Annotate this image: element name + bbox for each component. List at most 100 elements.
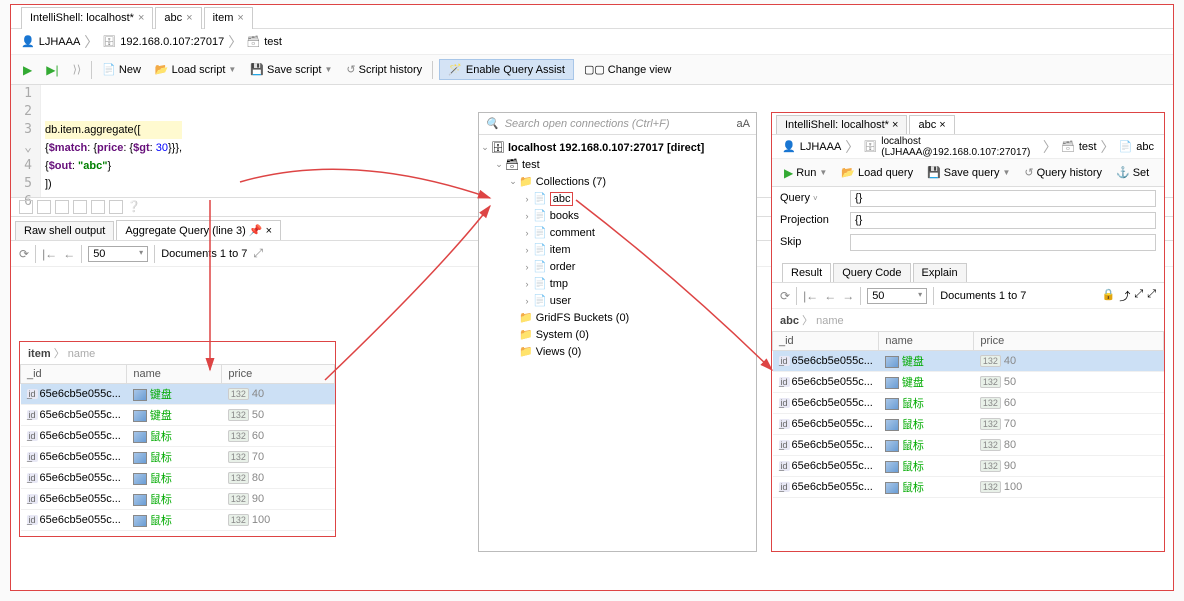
bc-host[interactable]: 192.168.0.107:27017 — [120, 36, 224, 48]
run-step-button[interactable]: ▶| — [42, 60, 62, 80]
first-icon[interactable]: |← — [803, 289, 818, 303]
twisty-icon[interactable]: › — [521, 194, 533, 204]
twisty-icon[interactable]: › — [521, 296, 533, 306]
bc-coll[interactable]: abc — [1136, 141, 1154, 153]
bc-user[interactable]: LJHAAA — [39, 36, 81, 48]
twisty-icon[interactable]: ⌄ — [479, 142, 491, 153]
export-icon[interactable]: ⤴ — [1119, 288, 1130, 304]
table-row[interactable]: i̲d65e6cb5e055c...鼠标13280 — [21, 468, 335, 489]
pin-icon[interactable]: 📌 — [249, 225, 263, 237]
set-button[interactable]: ⚓Set — [1112, 163, 1153, 182]
tree-item[interactable]: order — [550, 261, 576, 273]
tab-abc[interactable]: abc× — [155, 7, 201, 29]
close-icon[interactable]: × — [237, 12, 243, 24]
tree-db[interactable]: test — [522, 159, 540, 171]
expand-icon[interactable]: ⤢ — [1134, 288, 1143, 304]
col-name[interactable]: name — [127, 365, 222, 384]
twisty-icon[interactable]: › — [521, 245, 533, 255]
bc-db[interactable]: test — [1079, 141, 1097, 153]
tab-aggregate-query[interactable]: Aggregate Query (line 3) 📌 × — [116, 220, 281, 240]
more-icon[interactable]: ⤢ — [1147, 288, 1156, 304]
lock-icon[interactable]: 🔒 — [1102, 288, 1116, 304]
query-history-button[interactable]: ↺Query history — [1020, 163, 1106, 182]
table-row[interactable]: i̲d65e6cb5e055c...鼠标13280 — [773, 435, 1164, 456]
rtab-result[interactable]: Result — [782, 263, 831, 282]
tab-raw-output[interactable]: Raw shell output — [15, 221, 114, 240]
help-icon[interactable]: ❔ — [127, 200, 141, 214]
prev-icon[interactable]: ← — [824, 289, 836, 303]
run-button[interactable]: ▶Run▼ — [780, 163, 831, 183]
doc-range: Documents 1 to 7 — [161, 248, 247, 260]
table-row[interactable]: i̲d65e6cb5e055c...鼠标13260 — [21, 426, 335, 447]
projection-input[interactable]: {} — [850, 212, 1156, 229]
twisty-icon[interactable]: ⌄ — [493, 159, 505, 170]
bc-db[interactable]: test — [264, 36, 282, 48]
twisty-icon[interactable]: › — [521, 211, 533, 221]
expand-icon[interactable]: ⤢ — [253, 246, 263, 261]
enable-query-assist-button[interactable]: 🪄Enable Query Assist — [439, 59, 574, 80]
collection-icon: 📄 — [1119, 140, 1133, 153]
load-script-button[interactable]: 📂Load script▼ — [151, 60, 240, 79]
tree-item-abc[interactable]: abc — [550, 192, 574, 206]
tab-intellishell[interactable]: IntelliShell: localhost*× — [21, 7, 153, 29]
save-query-button[interactable]: 💾Save query▼ — [923, 163, 1014, 182]
tree-collections[interactable]: Collections (7) — [536, 176, 606, 188]
bc-user[interactable]: LJHAAA — [800, 141, 842, 153]
rtab-explain[interactable]: Explain — [913, 263, 967, 282]
table-row[interactable]: i̲d65e6cb5e055c...鼠标13290 — [21, 489, 335, 510]
close-icon[interactable]: × — [266, 225, 272, 237]
col-price[interactable]: price — [974, 332, 1164, 351]
page-size-select[interactable]: 50▾ — [88, 246, 148, 262]
rtab-querycode[interactable]: Query Code — [833, 263, 910, 282]
script-history-button[interactable]: ↺Script history — [342, 60, 426, 79]
twisty-icon[interactable]: ⌄ — [507, 176, 519, 187]
col-price[interactable]: price — [222, 365, 335, 384]
load-query-button[interactable]: 📂Load query — [837, 163, 917, 182]
first-icon[interactable]: |← — [42, 247, 57, 261]
run-all-button[interactable]: ⟩⟩ — [69, 60, 86, 79]
table-row[interactable]: i̲d65e6cb5e055c...键盘13250 — [21, 405, 335, 426]
tree-search[interactable]: 🔍 Search open connections (Ctrl+F) aA — [479, 113, 756, 135]
query-input[interactable]: {} — [850, 190, 1156, 207]
rp-tab-abc[interactable]: abc × — [909, 115, 954, 134]
col-id[interactable]: _id — [21, 365, 127, 384]
tree-views[interactable]: Views (0) — [536, 346, 582, 358]
table-row[interactable]: i̲d65e6cb5e055c...键盘13250 — [773, 372, 1164, 393]
tab-item[interactable]: item× — [204, 7, 253, 29]
table-row[interactable]: i̲d65e6cb5e055c...鼠标13270 — [773, 414, 1164, 435]
bc-host[interactable]: localhost (LJHAAA@192.168.0.107:27017) — [881, 136, 1039, 158]
col-id[interactable]: _id — [773, 332, 879, 351]
tree-item[interactable]: comment — [550, 227, 595, 239]
run-button[interactable]: ▶ — [19, 60, 36, 80]
table-row[interactable]: i̲d65e6cb5e055c...键盘13240 — [773, 351, 1164, 372]
rp-tab-intellishell[interactable]: IntelliShell: localhost* × — [776, 115, 907, 134]
tree-root[interactable]: localhost 192.168.0.107:27017 [direct] — [508, 142, 704, 154]
table-row[interactable]: i̲d65e6cb5e055c...鼠标13290 — [773, 456, 1164, 477]
tree-item[interactable]: user — [550, 295, 571, 307]
new-button[interactable]: 📄New — [98, 60, 145, 79]
table-row[interactable]: i̲d65e6cb5e055c...鼠标132100 — [773, 477, 1164, 498]
refresh-icon[interactable]: ⟳ — [780, 289, 790, 303]
next-icon[interactable]: → — [842, 289, 854, 303]
tree-item[interactable]: tmp — [550, 278, 568, 290]
col-name[interactable]: name — [879, 332, 974, 351]
save-script-button[interactable]: 💾Save script▼ — [246, 60, 336, 79]
table-row[interactable]: i̲d65e6cb5e055c...键盘13240 — [21, 384, 335, 405]
refresh-icon[interactable]: ⟳ — [19, 247, 29, 261]
prev-icon[interactable]: ← — [63, 247, 75, 261]
tree-item[interactable]: item — [550, 244, 571, 256]
close-icon[interactable]: × — [186, 12, 192, 24]
tree-item[interactable]: books — [550, 210, 579, 222]
page-size-select[interactable]: 50▾ — [867, 288, 927, 304]
close-icon[interactable]: × — [138, 12, 144, 24]
tree-gridfs[interactable]: GridFS Buckets (0) — [536, 312, 630, 324]
skip-input[interactable] — [850, 234, 1156, 251]
twisty-icon[interactable]: › — [521, 279, 533, 289]
table-row[interactable]: i̲d65e6cb5e055c...鼠标13270 — [21, 447, 335, 468]
table-row[interactable]: i̲d65e6cb5e055c...鼠标132100 — [21, 510, 335, 531]
twisty-icon[interactable]: › — [521, 262, 533, 272]
twisty-icon[interactable]: › — [521, 228, 533, 238]
change-view-button[interactable]: ▢▢Change view — [580, 60, 675, 79]
table-row[interactable]: i̲d65e6cb5e055c...鼠标13260 — [773, 393, 1164, 414]
tree-system[interactable]: System (0) — [536, 329, 589, 341]
